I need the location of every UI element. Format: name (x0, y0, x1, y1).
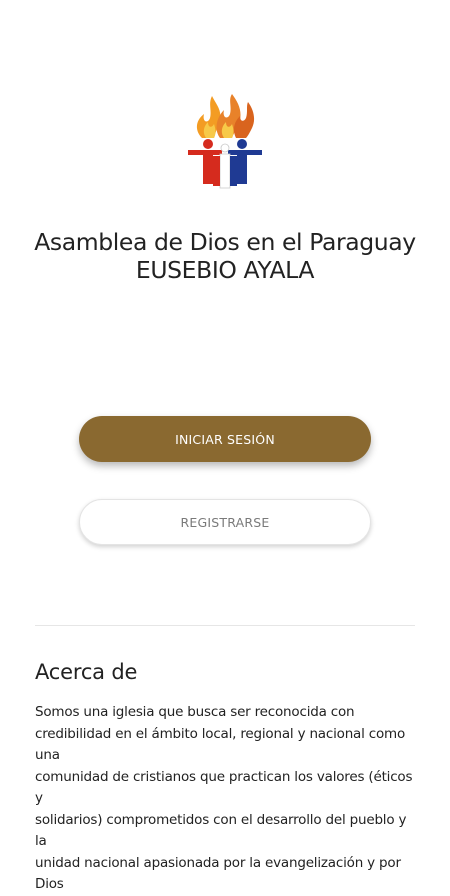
login-button[interactable]: INICIAR SESIÓN (79, 416, 371, 462)
register-button[interactable]: REGISTRARSE (79, 499, 371, 545)
title-line-1: Asamblea de Dios en el Paraguay (34, 228, 416, 256)
church-logo-icon (188, 94, 262, 189)
about-heading: Acerca de (35, 660, 138, 684)
title-line-2: EUSEBIO AYALA (135, 256, 315, 284)
about-text: Somos una iglesia que busca ser reconoci… (35, 704, 413, 892)
section-divider (35, 625, 415, 626)
page-title: Asamblea de Dios en el Paraguay EUSEBIO … (0, 228, 450, 284)
